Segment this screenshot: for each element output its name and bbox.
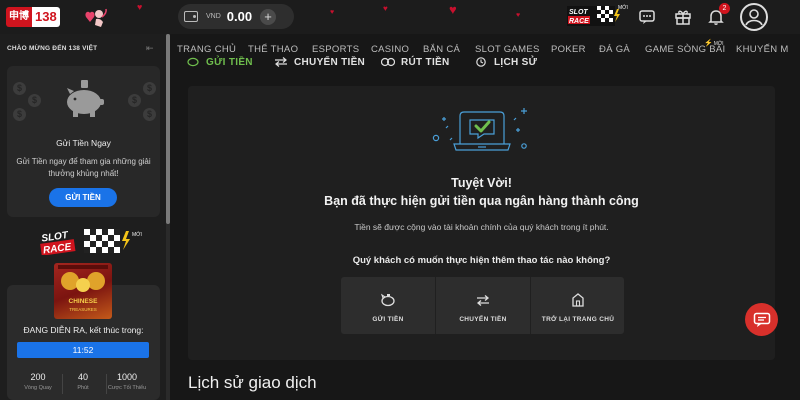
stat-value: 200 [30,372,46,382]
thumbnail-title: CHINESE [68,298,98,305]
logo-number: 138 [32,7,60,27]
transaction-tabs: GỬI TIỀN CHUYỂN TIỀN RÚT TIỀN LỊCH SỬ [186,55,786,77]
deposit-card-title: Gửi Tiền Ngay [56,138,111,148]
chat-icon[interactable] [638,8,656,26]
heart-decoration-icon: ♥ [137,2,143,12]
nav-item-slot-games[interactable]: SLOT GAMES [475,44,540,55]
heart-decoration-icon: ♥ [383,4,388,13]
tournament-game-thumbnail[interactable]: CHINESE TREASURES [54,263,112,319]
nav-item-cockfighting[interactable]: ĐÁ GÀ [599,44,630,55]
svg-text:RACE: RACE [569,18,589,25]
svg-text:SLOT: SLOT [569,9,588,16]
tab-deposit[interactable]: GỬI TIỀN [186,57,253,68]
user-avatar[interactable] [740,3,768,31]
tournament-stat-min-bet: 1000 Cược Tối Thiểu [107,372,147,392]
tab-transfer[interactable]: CHUYỂN TIỀN [274,57,365,68]
action-home-button[interactable]: TRỞ LẠI TRANG CHỦ [531,277,625,334]
nav-item-fishing[interactable]: BẮN CÁ [423,44,460,55]
heart-decoration-icon: ♥ [516,12,521,19]
slot-race-new-tag: MỚI [618,5,628,11]
nav-item-poker[interactable]: POKER [551,44,586,55]
tournament-timer: 11:52 [17,342,149,358]
piggy-bank-icon [187,58,199,67]
stat-label: Phút [77,385,89,391]
logo-han: 申博 [6,7,32,27]
tab-withdraw-label: RÚT TIỀN [401,57,450,68]
clock-icon [476,57,486,68]
coin-icon: $ [143,82,156,95]
tab-history[interactable]: LỊCH SỬ [474,57,537,68]
top-bar: 申博 138 ♥ ♥ ♥ ♥ ♥ VND 0.00 + SLOT RACE MỚ… [0,0,800,34]
treasure-lions-icon [58,265,108,292]
coin-icon: $ [28,94,41,107]
stat-label: Vòng Quay [24,385,52,391]
stat-label: Cược Tối Thiểu [107,385,147,391]
success-title: Tuyệt Vời! [451,176,512,190]
next-actions-group: GỬI TIỀN CHUYỂN TIỀN TRỞ LẠI TRANG CHỦ [341,277,624,334]
nav-item-home[interactable]: TRANG CHỦ [177,44,236,55]
action-label: TRỞ LẠI TRANG CHỦ [541,316,615,323]
tab-transfer-label: CHUYỂN TIỀN [294,57,366,68]
cupid-decoration-icon [85,8,107,27]
action-deposit-button[interactable]: GỬI TIỀN [341,277,435,334]
sidebar-slot-race-new-tag: MỚI [132,232,142,238]
sidebar-collapse-icon[interactable]: ⇤ [146,43,154,54]
sidebar-welcome: CHÀO MỪNG ĐẾN 138 VIỆT [7,45,98,52]
balance-pill[interactable]: VND 0.00 + [178,4,294,29]
tournament-stat-spins: 200 Vòng Quay [18,372,58,392]
wallet-icon [184,11,198,22]
nav-item-promotions[interactable]: KHUYẾN M [736,44,789,55]
coin-icon: $ [143,108,156,121]
live-chat-button[interactable] [745,303,778,336]
coin-icon: $ [13,82,26,95]
action-label: CHUYỂN TIỀN [459,316,507,323]
coin-icon: $ [13,108,26,121]
gift-icon[interactable] [674,8,692,26]
home-icon [572,293,584,307]
nav-item-casino[interactable]: CASINO [371,44,409,55]
stat-value: 40 [77,372,88,382]
deposit-success-panel: Tuyệt Vời! Bạn đã thực hiện gửi tiền qua… [188,86,775,360]
site-logo[interactable]: 申博 138 [6,6,60,28]
user-icon [745,9,763,26]
add-funds-icon[interactable]: + [260,8,277,25]
sidebar-scrollbar[interactable] [166,34,170,400]
heart-decoration-icon: ♥ [449,2,457,17]
deposit-card-description: Gửi Tiền ngay để tham gia những giải thư… [16,157,151,178]
deposit-promo-card: $ $ $ $ $ $ Gửi Tiền Ngay Gửi Tiền ngay … [7,66,160,217]
next-action-question: Quý khách có muốn thực hiện thêm thao tá… [352,255,611,266]
balance-currency: VND [206,13,221,20]
heart-decoration-icon: ♥ [330,9,335,16]
piggy-bank-icon [67,80,104,117]
transaction-history-title: Lịch sử giao dịch [188,373,317,392]
action-transfer-button[interactable]: CHUYỂN TIỀN [436,277,530,334]
tab-deposit-label: GỬI TIỀN [206,57,253,68]
tournament-stat-minutes: 40 Phút [63,372,103,392]
piggy-bank-icon [380,293,395,307]
withdraw-icon [381,58,395,67]
transfer-icon [476,295,490,306]
tournament-status: ĐANG DIỄN RA, kết thúc trong: [23,325,144,335]
coin-icon: $ [128,94,141,107]
action-label: GỬI TIỀN [372,316,404,323]
nav-item-esports[interactable]: ESPORTS [312,44,359,55]
nav-new-label: MỚI [713,41,724,47]
stat-value: 1000 [116,372,138,382]
transfer-icon [275,57,287,68]
tab-history-label: LỊCH SỬ [494,57,538,68]
nav-item-sports[interactable]: THỂ THAO [248,44,298,55]
sidebar-deposit-button[interactable]: GỬI TIỀN [49,188,117,207]
success-message: Bạn đã thực hiện gửi tiền qua ngân hàng … [324,194,639,208]
chat-bubble-icon [753,312,770,327]
notification-count-badge: 2 [719,3,730,14]
tab-withdraw[interactable]: RÚT TIỀN [381,57,450,68]
scrollbar-thumb[interactable] [166,34,170,224]
nav-new-tag: ⚡MỚI [704,40,724,47]
success-laptop-illustration-icon [432,108,527,151]
success-note: Tiền sẽ được cộng vào tài khoản chính củ… [354,222,609,232]
balance-amount: 0.00 [226,9,253,24]
thumbnail-subtitle: TREASURES [69,307,97,312]
